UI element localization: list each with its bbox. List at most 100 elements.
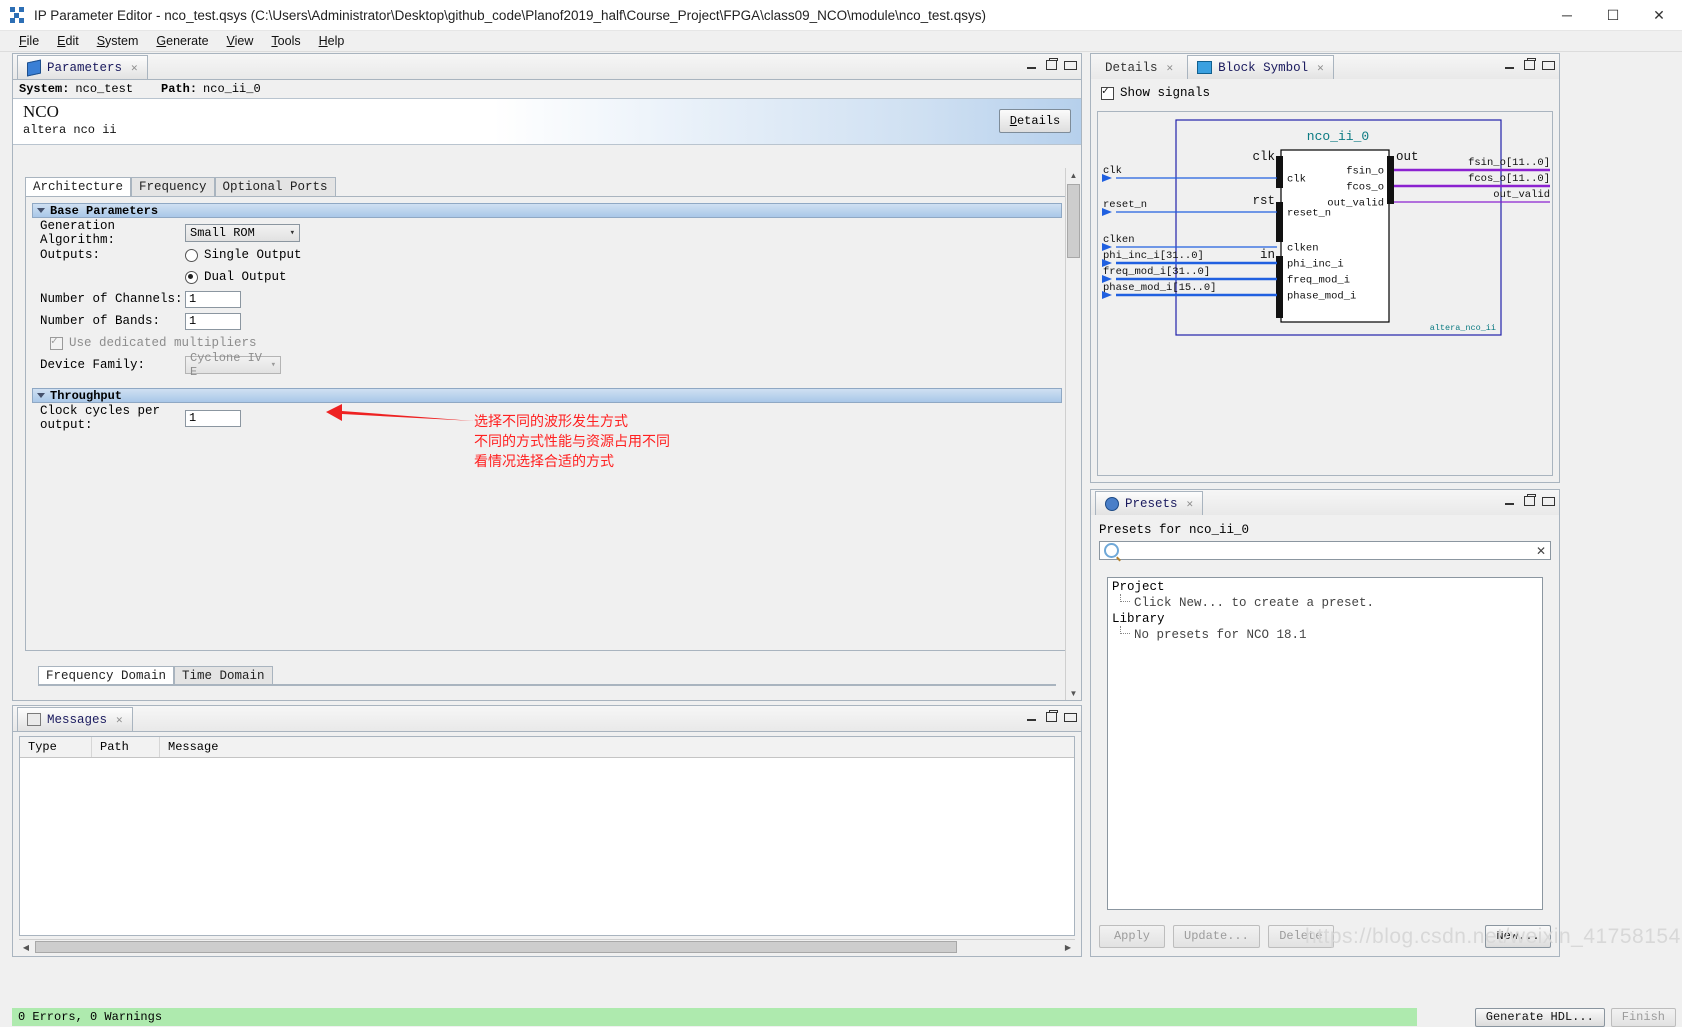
menu-file[interactable]: File: [10, 34, 48, 48]
messages-tab-icon: [27, 713, 41, 726]
parameters-tab-icon: [27, 59, 41, 76]
presets-restore-icon[interactable]: [1542, 494, 1555, 507]
channels-input[interactable]: 1: [185, 290, 241, 308]
panel-restore-icon[interactable]: [1064, 58, 1077, 71]
tab-block-symbol[interactable]: Block Symbol ✕: [1187, 55, 1334, 79]
messages-scroll-thumb[interactable]: [35, 941, 957, 953]
presets-maximize-icon[interactable]: [1523, 494, 1536, 507]
system-label: System:: [19, 82, 70, 96]
tab-time-domain[interactable]: Time Domain: [174, 666, 273, 685]
scroll-down-icon[interactable]: ▼: [1066, 686, 1081, 700]
menu-help[interactable]: Help: [310, 34, 354, 48]
tab-presets[interactable]: Presets ✕: [1095, 491, 1204, 515]
scroll-left-icon[interactable]: ◀: [19, 940, 33, 954]
messages-restore-icon[interactable]: [1064, 710, 1077, 723]
block-output-net-out_valid: out_valid: [1493, 189, 1550, 201]
details-restore-icon[interactable]: [1542, 58, 1555, 71]
generation-algorithm-select[interactable]: Small ROM ▾: [185, 224, 300, 242]
checkbox-dedicated-multipliers[interactable]: Use dedicated multipliers: [40, 334, 257, 350]
tree-child-library-0: No presets for NCO 18.1: [1108, 626, 1542, 642]
bands-input[interactable]: 1: [185, 312, 241, 330]
tab-parameters[interactable]: Parameters ✕: [17, 55, 148, 79]
system-path-line: System: nco_test Path: nco_ii_0: [13, 80, 1081, 98]
menu-system[interactable]: System: [88, 34, 148, 48]
apply-button[interactable]: Apply: [1099, 924, 1165, 948]
chevron-down-icon-disabled: ▾: [270, 360, 276, 370]
tab-frequency[interactable]: Frequency: [131, 177, 215, 196]
clock-cycles-input[interactable]: 1: [185, 409, 241, 427]
radio-dual-output[interactable]: Dual Output: [185, 270, 287, 284]
parameters-panel-buttons: [1026, 58, 1077, 71]
tab-frequency-domain[interactable]: Frequency Domain: [38, 666, 175, 685]
details-minimize-icon[interactable]: [1504, 58, 1517, 71]
menu-edit[interactable]: Edit: [48, 34, 88, 48]
details-button[interactable]: Details: [999, 109, 1071, 133]
show-signals-checkbox[interactable]: Show signals: [1101, 84, 1559, 100]
clear-search-icon[interactable]: ✕: [1536, 544, 1546, 558]
tab-details[interactable]: Details ✕: [1095, 55, 1183, 79]
path-value: nco_ii_0: [203, 82, 261, 96]
system-value: nco_test: [75, 82, 134, 96]
menu-generate[interactable]: Generate: [147, 34, 217, 48]
block-input-net-clken: clken: [1103, 234, 1135, 246]
details-button-label: Details: [1009, 114, 1061, 128]
ip-header-band: NCO altera nco ii Details: [13, 98, 1081, 145]
minimize-button[interactable]: ─: [1544, 0, 1590, 30]
tab-messages-close-icon[interactable]: ✕: [116, 713, 123, 727]
parameters-vertical-scrollbar[interactable]: ▲ ▼: [1065, 168, 1081, 700]
close-button[interactable]: ✕: [1636, 0, 1682, 30]
tab-block-symbol-close-icon[interactable]: ✕: [1317, 61, 1324, 75]
generate-hdl-button[interactable]: Generate HDL...: [1474, 1007, 1605, 1027]
messages-table: Type Path Message: [19, 736, 1075, 936]
messages-panel: Messages ✕ Type Path Message ◀ ▶: [12, 705, 1082, 957]
menubar: File Edit System Generate View Tools Hel…: [0, 31, 1682, 52]
maximize-button[interactable]: ☐: [1590, 0, 1636, 30]
finish-button[interactable]: Finish: [1610, 1007, 1676, 1027]
details-maximize-icon[interactable]: [1523, 58, 1536, 71]
messages-maximize-icon[interactable]: [1045, 710, 1058, 723]
scroll-up-icon[interactable]: ▲: [1066, 168, 1081, 182]
panel-maximize-icon[interactable]: [1045, 58, 1058, 71]
radio-single-output[interactable]: Single Output: [185, 248, 302, 262]
ip-title: NCO: [23, 102, 59, 121]
row-dedicated-multipliers: Use dedicated multipliers: [26, 332, 1068, 354]
tab-parameters-close-icon[interactable]: ✕: [131, 61, 138, 75]
new-preset-button[interactable]: New...: [1485, 924, 1551, 948]
column-path[interactable]: Path: [92, 737, 160, 757]
menu-tools[interactable]: Tools: [262, 34, 309, 48]
messages-horizontal-scrollbar[interactable]: ◀ ▶: [19, 939, 1075, 954]
tree-node-library[interactable]: Library: [1108, 610, 1542, 628]
generation-algorithm-label: Generation Algorithm:: [40, 219, 116, 247]
parameters-scroll-thumb[interactable]: [1067, 184, 1080, 258]
delete-button[interactable]: Delete: [1267, 924, 1334, 948]
tab-presets-close-icon[interactable]: ✕: [1187, 497, 1194, 511]
window-title: IP Parameter Editor - nco_test.qsys (C:\…: [34, 7, 986, 23]
tree-node-project[interactable]: Project: [1108, 578, 1542, 596]
update-button[interactable]: Update...: [1173, 924, 1260, 948]
presets-minimize-icon[interactable]: [1504, 494, 1517, 507]
messages-tabstrip: Messages ✕: [13, 706, 1081, 732]
scroll-right-icon[interactable]: ▶: [1061, 940, 1075, 954]
messages-minimize-icon[interactable]: [1026, 710, 1039, 723]
tab-architecture[interactable]: Architecture: [25, 177, 132, 196]
panel-minimize-icon[interactable]: [1026, 58, 1039, 71]
column-type[interactable]: Type: [20, 737, 92, 757]
column-message[interactable]: Message: [160, 737, 1074, 757]
architecture-pane: Base Parameters Generation Algorithm: Sm…: [25, 196, 1069, 686]
collapse-triangle-icon[interactable]: [37, 208, 45, 213]
block-input-net-phase_mod_i: phase_mod_i[15..0]: [1103, 282, 1216, 294]
parameters-tabstrip: Parameters ✕: [13, 54, 1081, 80]
window-titlebar: IP Parameter Editor - nco_test.qsys (C:\…: [0, 0, 1682, 31]
presets-tree[interactable]: Project Click New... to create a preset.…: [1107, 577, 1543, 910]
collapse-triangle-icon-throughput[interactable]: [37, 393, 45, 398]
tab-messages[interactable]: Messages ✕: [17, 707, 133, 731]
throughput-header[interactable]: Throughput: [32, 388, 1062, 403]
device-family-label: Device Family:: [40, 358, 146, 372]
menu-view[interactable]: View: [218, 34, 263, 48]
base-parameters-title: Base Parameters: [50, 203, 159, 218]
presets-search-field[interactable]: ✕: [1099, 541, 1551, 562]
base-parameters-header[interactable]: Base Parameters: [32, 203, 1062, 218]
radio-single-output-label: Single Output: [204, 248, 302, 262]
tab-details-close-icon[interactable]: ✕: [1167, 61, 1174, 75]
tab-optional-ports[interactable]: Optional Ports: [214, 177, 336, 196]
